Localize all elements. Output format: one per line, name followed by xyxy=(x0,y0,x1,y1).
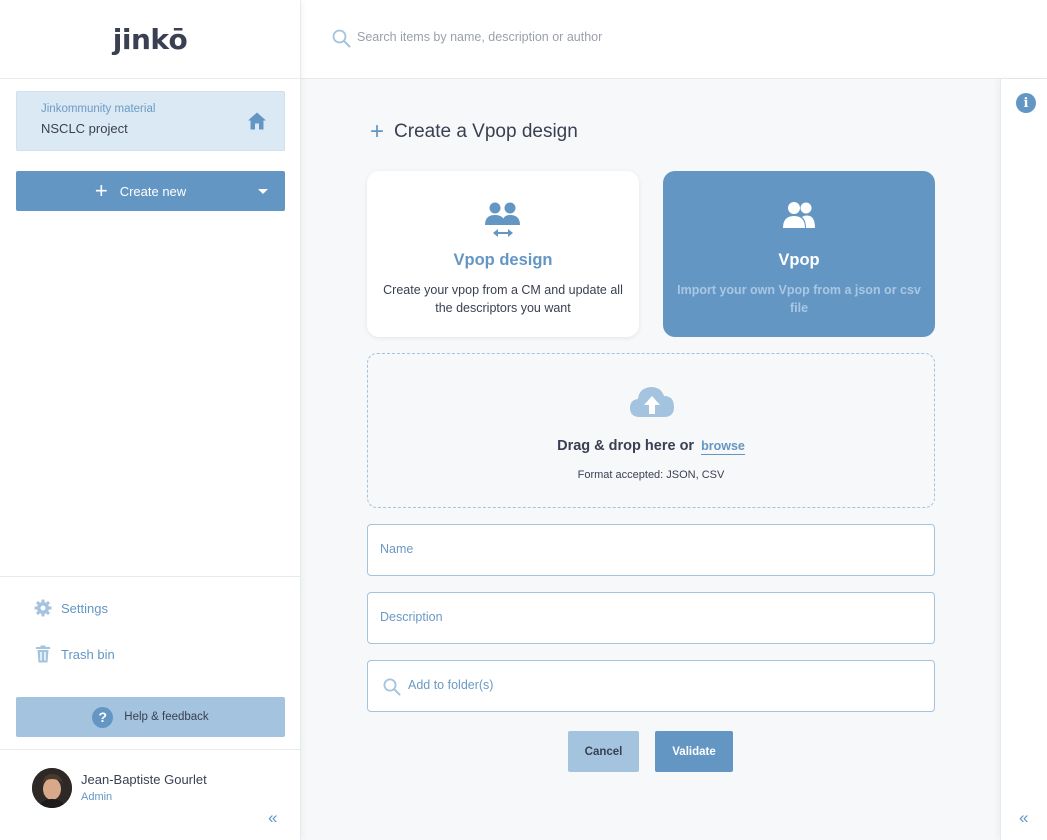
info-icon[interactable]: i xyxy=(1016,93,1036,113)
people-swap-icon xyxy=(485,202,520,237)
name-input[interactable] xyxy=(380,542,920,556)
global-search-input[interactable] xyxy=(357,30,857,44)
help-feedback-button[interactable]: ? Help & feedback xyxy=(16,697,285,737)
create-new-button[interactable]: + Create new xyxy=(16,171,285,211)
trash-bin-label: Trash bin xyxy=(61,646,115,662)
project-card[interactable]: Jinkommunity material NSCLC project xyxy=(16,91,285,151)
folder-input[interactable] xyxy=(408,678,948,692)
dropzone-text: Drag & drop here or browse xyxy=(368,438,934,455)
home-icon[interactable] xyxy=(247,111,267,131)
chevron-down-icon[interactable] xyxy=(258,189,268,194)
dropzone-formats: Format accepted: JSON, CSV xyxy=(577,469,725,481)
plus-icon: + xyxy=(94,178,108,203)
option-card-vpop-design[interactable]: Vpop design Create your vpop from a CM a… xyxy=(367,171,639,337)
browse-link[interactable]: browse xyxy=(701,439,745,455)
create-new-label: Create new xyxy=(119,183,187,199)
option-card-title: Vpop design xyxy=(453,251,553,269)
description-input[interactable] xyxy=(380,610,920,624)
jinko-logo[interactable]: jinkō xyxy=(113,23,188,56)
logo-area: jinkō xyxy=(0,0,300,79)
trash-bin-link[interactable]: Trash bin xyxy=(34,645,115,663)
search-icon xyxy=(383,678,401,696)
user-name: Jean-Baptiste Gourlet xyxy=(81,772,207,787)
sidebar-divider xyxy=(0,576,300,577)
dropzone-label: Drag & drop here or xyxy=(557,438,695,454)
collapse-sidebar-icon[interactable]: « xyxy=(268,809,277,826)
folder-field[interactable] xyxy=(367,660,948,712)
people-icon xyxy=(783,202,815,228)
avatar[interactable] xyxy=(32,768,72,808)
name-field[interactable] xyxy=(367,524,935,576)
sidebar-divider-bottom xyxy=(0,749,300,750)
project-label: Jinkommunity material xyxy=(41,103,156,115)
settings-label: Settings xyxy=(61,600,108,616)
avatar-image xyxy=(32,768,72,808)
user-role: Admin xyxy=(81,791,113,803)
cloud-upload-icon xyxy=(630,387,674,417)
option-card-title: Vpop xyxy=(778,251,820,269)
project-name: NSCLC project xyxy=(41,121,128,136)
cancel-button[interactable]: Cancel xyxy=(568,731,639,772)
plus-icon: + xyxy=(370,118,385,145)
option-card-description: Import your own Vpop from a json or csv … xyxy=(677,283,921,315)
search-icon xyxy=(332,29,351,48)
page-title-text: Create a Vpop design xyxy=(394,121,578,142)
help-feedback-label: Help & feedback xyxy=(124,711,209,723)
trash-icon xyxy=(36,645,50,663)
option-card-description: Create your vpop from a CM and update al… xyxy=(383,283,623,315)
collapse-right-panel-icon[interactable]: « xyxy=(1019,809,1028,826)
sidebar: jinkō Jinkommunity material NSCLC projec… xyxy=(0,0,301,840)
gear-icon xyxy=(34,599,52,617)
question-icon: ? xyxy=(92,706,114,728)
settings-link[interactable]: Settings xyxy=(34,599,108,617)
file-dropzone[interactable]: Drag & drop here or browse Format accept… xyxy=(367,353,935,508)
right-rail: i « xyxy=(1000,79,1047,840)
option-card-vpop[interactable]: Vpop Import your own Vpop from a json or… xyxy=(663,171,935,337)
topbar xyxy=(301,0,1047,79)
description-field[interactable] xyxy=(367,592,935,644)
validate-button[interactable]: Validate xyxy=(655,731,733,772)
page-title: + Create a Vpop design xyxy=(370,120,578,144)
